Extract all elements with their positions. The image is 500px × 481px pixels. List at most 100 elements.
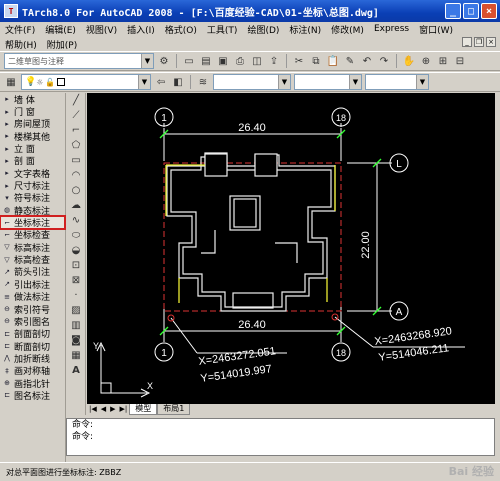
- command-window[interactable]: 命令: 命令:: [66, 418, 495, 456]
- preview-icon[interactable]: ◫: [250, 54, 264, 68]
- sidebar-item[interactable]: ◍ 静态标注: [0, 204, 65, 217]
- color-combo[interactable]: ▼: [213, 74, 291, 90]
- menu-file[interactable]: 文件(F): [0, 23, 40, 36]
- minimize-button[interactable]: _: [445, 3, 461, 19]
- pan-icon[interactable]: ✋: [402, 54, 416, 68]
- publish-icon[interactable]: ⇪: [267, 54, 281, 68]
- menu-window[interactable]: 窗口(W): [414, 23, 458, 36]
- sidebar-item[interactable]: ▸ 墙 体: [0, 93, 65, 106]
- sidebar-item[interactable]: ⊕ 画指北针: [0, 377, 65, 390]
- construction-line-icon[interactable]: ⟋: [68, 109, 84, 122]
- doc-close-button[interactable]: ×: [486, 37, 496, 47]
- maximize-button[interactable]: □: [463, 3, 479, 19]
- first-tab-icon[interactable]: |◀: [87, 404, 99, 415]
- print-icon[interactable]: ⎙: [233, 54, 247, 68]
- menu-insert[interactable]: 插入(I): [122, 23, 160, 36]
- gear-icon[interactable]: ⚙: [157, 54, 171, 68]
- sidebar-item[interactable]: ▸ 房间屋顶: [0, 118, 65, 131]
- new-file-icon[interactable]: ▭: [182, 54, 196, 68]
- linetype-combo[interactable]: ▼: [294, 74, 362, 90]
- sidebar-item[interactable]: ▽ 标高检查: [0, 253, 65, 267]
- menu-tools[interactable]: 工具(T): [202, 23, 243, 36]
- sidebar-item[interactable]: ⌐ 坐标标注: [0, 215, 66, 230]
- sidebar-item[interactable]: ↗ 引出标注: [0, 278, 65, 291]
- menu-dimension[interactable]: 标注(N): [284, 23, 326, 36]
- sidebar-item[interactable]: ▸ 尺寸标注: [0, 179, 65, 193]
- polygon-icon[interactable]: ⬠: [68, 139, 84, 152]
- drawing-canvas[interactable]: 26.40 26.40 22.00 1 18 1 18 L A X=246327…: [87, 93, 495, 411]
- sidebar-item[interactable]: ▽ 标高标注: [0, 241, 65, 254]
- make-current-icon[interactable]: ⇦: [154, 75, 168, 89]
- table-icon[interactable]: ▦: [68, 349, 84, 362]
- next-tab-icon[interactable]: ▶: [108, 404, 118, 415]
- circle-icon[interactable]: ○: [68, 184, 84, 197]
- rectangle-icon[interactable]: ▭: [68, 154, 84, 167]
- close-button[interactable]: ×: [481, 3, 497, 19]
- ellipse-icon[interactable]: ⬭: [68, 229, 84, 242]
- menu-edit[interactable]: 编辑(E): [40, 23, 81, 36]
- menu-format[interactable]: 格式(O): [160, 23, 202, 36]
- lineweight-combo[interactable]: ▼: [365, 74, 429, 90]
- sidebar-item[interactable]: ⊖ 索引符号: [0, 303, 65, 316]
- tab-model[interactable]: 模型: [129, 404, 158, 415]
- sidebar-item[interactable]: ⊏ 剖面剖切: [0, 328, 65, 341]
- save-icon[interactable]: ▣: [216, 54, 230, 68]
- last-tab-icon[interactable]: ▶|: [117, 404, 130, 415]
- sidebar-item[interactable]: ‡ 画对称轴: [0, 365, 65, 378]
- app-icon[interactable]: T: [4, 4, 18, 18]
- hatch-icon[interactable]: ▨: [68, 304, 84, 317]
- redo-icon[interactable]: ↷: [377, 54, 391, 68]
- revision-cloud-icon[interactable]: ☁: [68, 199, 84, 212]
- insert-block-icon[interactable]: ⊡: [68, 259, 84, 272]
- sidebar-item[interactable]: ▸ 楼梯其他: [0, 130, 65, 143]
- copy-icon[interactable]: ⧉: [309, 54, 323, 68]
- sidebar-item[interactable]: ⊏ 图名标注: [0, 389, 65, 402]
- layer-previous-icon[interactable]: ◧: [171, 75, 185, 89]
- region-icon[interactable]: ◙: [68, 334, 84, 347]
- tab-layout1[interactable]: 布局1: [157, 404, 191, 415]
- undo-icon[interactable]: ↶: [360, 54, 374, 68]
- arc-icon[interactable]: ◠: [68, 169, 84, 182]
- menu-express[interactable]: Express: [369, 24, 414, 34]
- menu-help[interactable]: 帮助(H): [0, 38, 42, 51]
- stack-icon[interactable]: ≋: [196, 75, 210, 89]
- sidebar-item[interactable]: ≡ 做法标注: [0, 291, 65, 304]
- zoom-window-icon[interactable]: ⊞: [436, 54, 450, 68]
- workspace-combo[interactable]: 二维草图与注释 ▼: [4, 53, 154, 69]
- zoom-icon[interactable]: ⊕: [419, 54, 433, 68]
- layer-manager-icon[interactable]: ▦: [4, 75, 18, 89]
- sidebar-item[interactable]: ⊏ 断面剖切: [0, 340, 65, 353]
- point-icon[interactable]: ·: [68, 289, 84, 302]
- sidebar-item[interactable]: ⌐ 坐标检查: [0, 229, 65, 242]
- prev-tab-icon[interactable]: ◀: [98, 404, 109, 415]
- open-folder-icon[interactable]: ▤: [199, 54, 213, 68]
- spline-icon[interactable]: ∿: [68, 214, 84, 227]
- zoom-previous-icon[interactable]: ⊟: [453, 54, 467, 68]
- sidebar-item[interactable]: ⋀ 加折断线: [0, 352, 65, 365]
- menu-addons[interactable]: 附加(P): [42, 38, 82, 51]
- doc-minimize-button[interactable]: _: [462, 37, 472, 47]
- line-icon[interactable]: ╱: [68, 94, 84, 107]
- command-input-line[interactable]: 命令:: [67, 431, 494, 443]
- sidebar-item[interactable]: ↗ 箭头引注: [0, 266, 65, 279]
- menu-draw[interactable]: 绘图(D): [242, 23, 284, 36]
- match-properties-icon[interactable]: ✎: [343, 54, 357, 68]
- doc-restore-button[interactable]: ❐: [474, 37, 484, 47]
- sidebar-item-label: 静态标注: [14, 206, 51, 217]
- sidebar-item[interactable]: ▸ 文字表格: [0, 167, 65, 180]
- menu-view[interactable]: 视图(V): [81, 23, 122, 36]
- sidebar-item[interactable]: ▸ 门 窗: [0, 105, 65, 119]
- make-block-icon[interactable]: ⊠: [68, 274, 84, 287]
- layer-combo[interactable]: 💡 ☼ 🔓 ▼: [21, 74, 151, 90]
- menu-modify[interactable]: 修改(M): [326, 23, 369, 36]
- ellipse-arc-icon[interactable]: ◒: [68, 244, 84, 257]
- sidebar-item[interactable]: ⊖ 索引图名: [0, 315, 65, 328]
- paste-icon[interactable]: 📋: [326, 54, 340, 68]
- sidebar-item[interactable]: ▸ 剖 面: [0, 155, 65, 168]
- sidebar-item[interactable]: ▾ 符号标注: [0, 192, 65, 205]
- text-icon[interactable]: A: [68, 364, 84, 377]
- gradient-icon[interactable]: ▥: [68, 319, 84, 332]
- sidebar-item[interactable]: ▸ 立 面: [0, 142, 65, 156]
- polyline-icon[interactable]: ⌐: [68, 124, 84, 137]
- cut-icon[interactable]: ✂: [292, 54, 306, 68]
